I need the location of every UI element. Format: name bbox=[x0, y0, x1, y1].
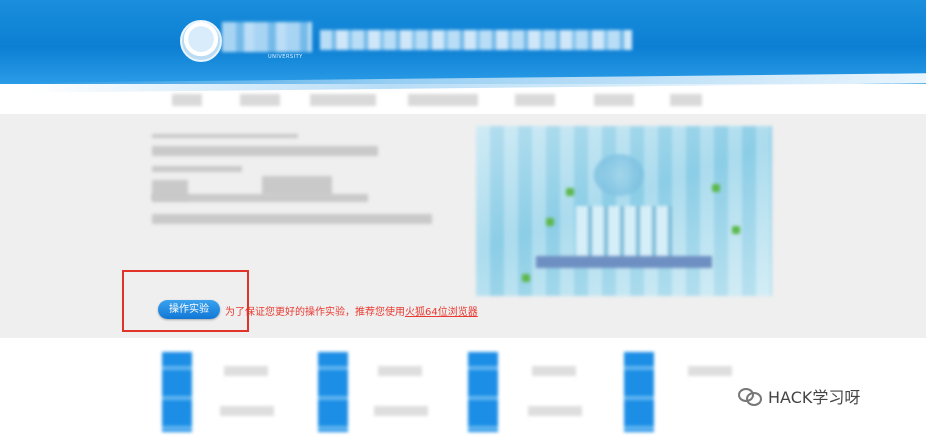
wechat-watermark: HACK学习呀 bbox=[738, 384, 860, 408]
feature-card-text bbox=[688, 366, 732, 376]
experiment-intro-section: 操作实验 为了保证您更好的操作实验，推荐您使用火狐64位浏览器 bbox=[0, 114, 926, 338]
university-emblem-icon[interactable] bbox=[180, 20, 222, 62]
browser-recommendation-notice: 为了保证您更好的操作实验，推荐您使用火狐64位浏览器 bbox=[225, 303, 478, 318]
logo-subtitle: UNIVERSITY bbox=[268, 54, 303, 60]
feature-card-text bbox=[528, 406, 582, 416]
intro-text-line bbox=[152, 214, 432, 224]
feature-cards bbox=[128, 344, 790, 438]
nav-item[interactable] bbox=[172, 94, 202, 106]
university-logo-mark bbox=[222, 22, 312, 52]
feature-card-text bbox=[532, 366, 576, 376]
site-header: UNIVERSITY bbox=[0, 0, 926, 84]
operate-experiment-button[interactable]: 操作实验 bbox=[158, 300, 220, 319]
intro-text-line bbox=[152, 166, 242, 172]
intro-title-line bbox=[152, 134, 298, 138]
wechat-icon bbox=[738, 386, 762, 406]
nav-item[interactable] bbox=[515, 94, 555, 106]
notice-text: 为了保证您更好的操作实验，推荐您使用 bbox=[225, 307, 405, 318]
feature-card-icon[interactable] bbox=[162, 352, 192, 432]
watermark-text: HACK学习呀 bbox=[768, 388, 861, 407]
firefox-64bit-link[interactable]: 火狐64位浏览器 bbox=[405, 307, 478, 318]
intro-text-line bbox=[152, 194, 368, 202]
feature-card-icon[interactable] bbox=[318, 352, 348, 432]
nav-item[interactable] bbox=[240, 94, 280, 106]
intro-text-block bbox=[262, 176, 332, 196]
intro-text-line bbox=[152, 146, 378, 156]
feature-card-text bbox=[378, 366, 422, 376]
feature-card-text bbox=[220, 406, 274, 416]
site-title-blurred bbox=[320, 30, 632, 50]
feature-card-icon[interactable] bbox=[624, 352, 654, 432]
feature-card-text bbox=[374, 406, 428, 416]
main-nav bbox=[0, 88, 926, 112]
feature-card-text bbox=[224, 366, 268, 376]
nav-item[interactable] bbox=[310, 94, 376, 106]
nav-item[interactable] bbox=[670, 94, 702, 106]
experiment-banner-image bbox=[476, 126, 772, 296]
nav-item[interactable] bbox=[408, 94, 478, 106]
nav-item[interactable] bbox=[594, 94, 634, 106]
feature-card-icon[interactable] bbox=[468, 352, 498, 432]
